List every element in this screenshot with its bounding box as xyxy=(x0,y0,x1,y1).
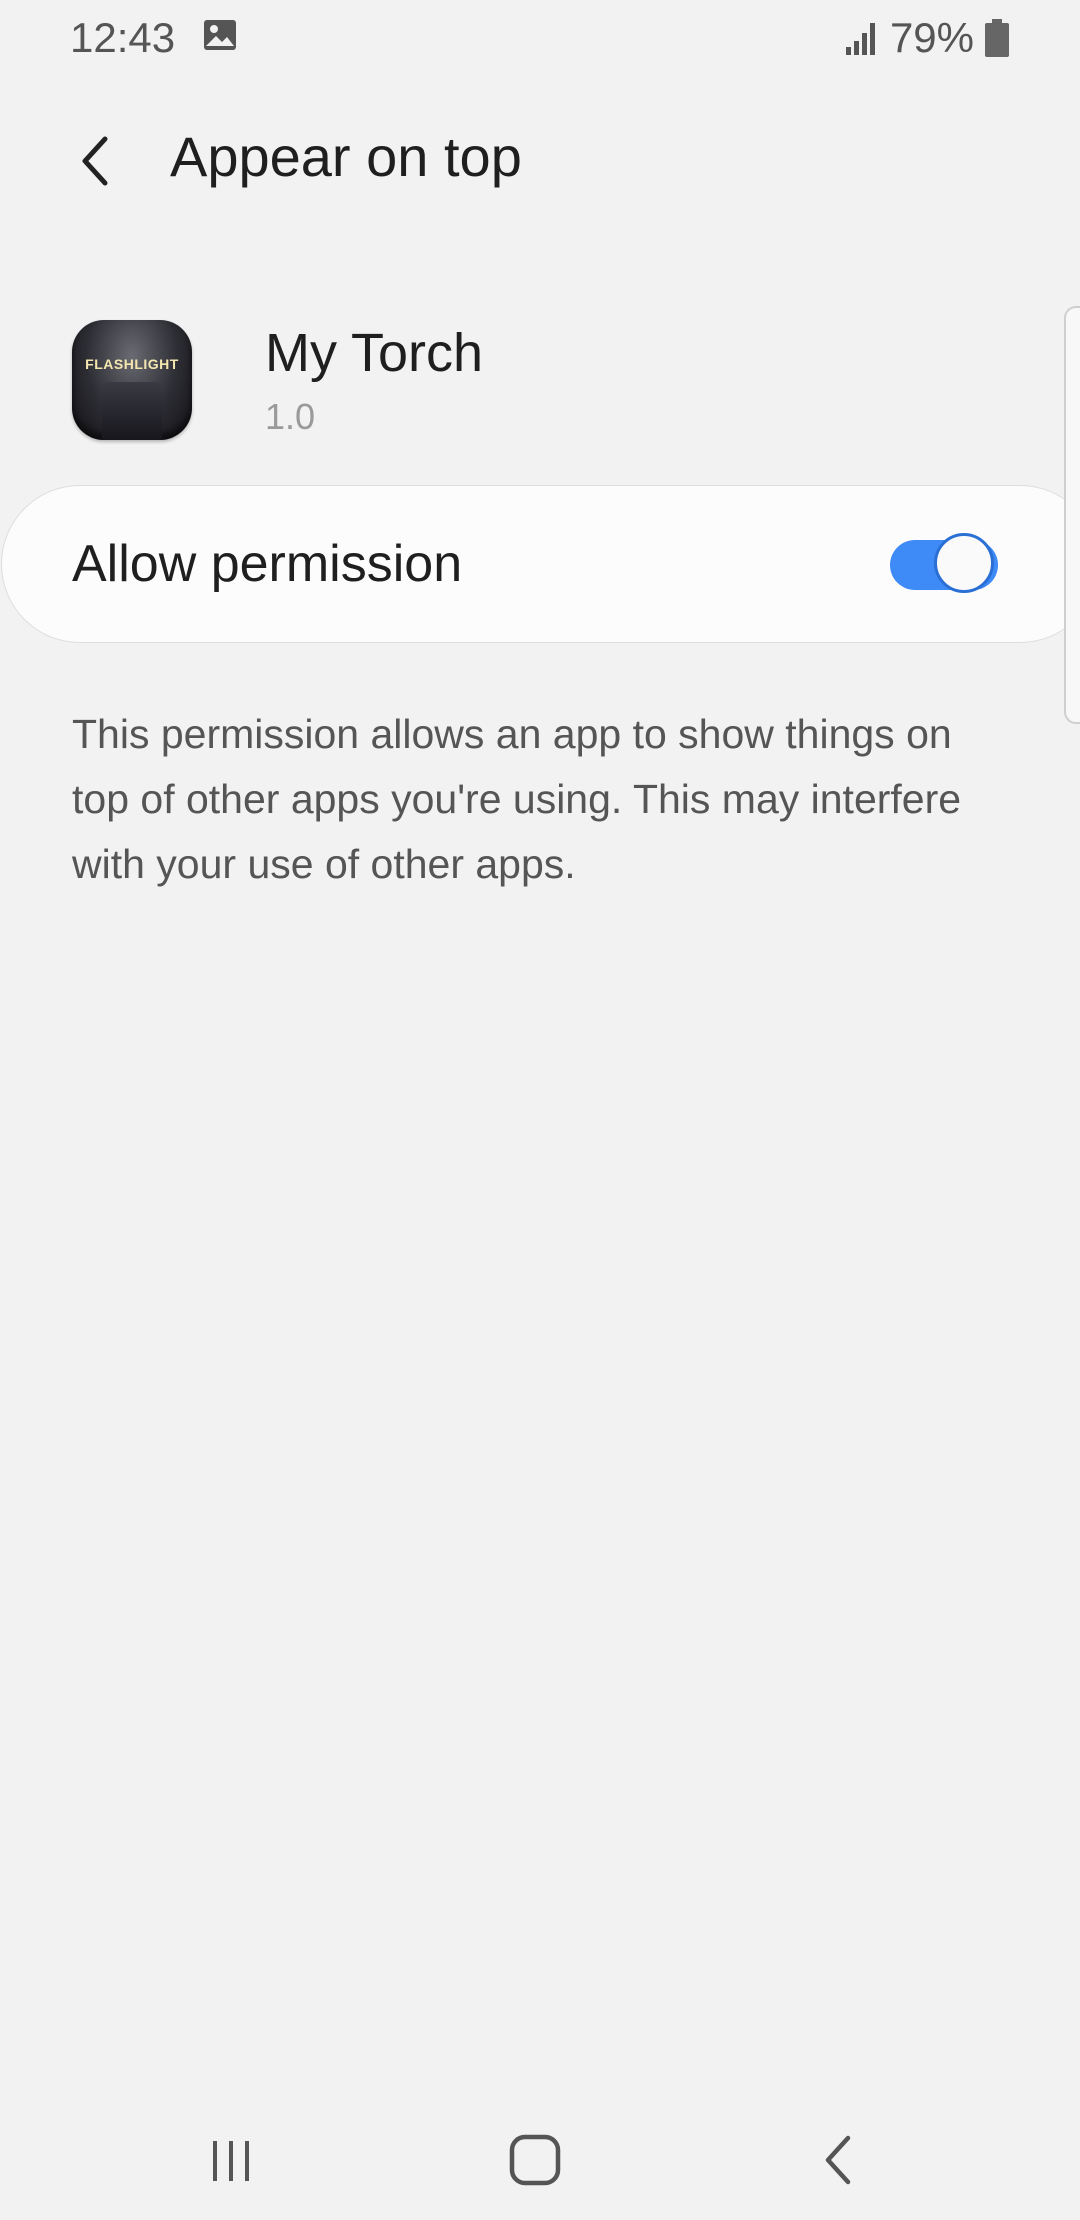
back-button[interactable] xyxy=(60,126,130,196)
recents-button[interactable] xyxy=(182,2110,282,2210)
app-name: My Torch xyxy=(265,323,484,383)
home-icon xyxy=(509,2134,561,2186)
back-icon xyxy=(825,2135,851,2185)
home-button[interactable] xyxy=(485,2110,585,2210)
permission-description: This permission allows an app to show th… xyxy=(72,711,962,887)
chevron-left-icon xyxy=(82,136,108,186)
status-bar: 12:43 79% xyxy=(0,0,1080,72)
status-time: 12:43 xyxy=(70,14,176,61)
page-title: Appear on top xyxy=(170,125,522,188)
status-right-group: 79% xyxy=(844,14,1010,62)
app-icon-label: FLASHLIGHT xyxy=(85,356,179,372)
app-version: 1.0 xyxy=(265,396,316,437)
navigation-bar xyxy=(0,2090,1080,2220)
recents-icon xyxy=(213,2141,249,2181)
flashlight-app-icon: FLASHLIGHT xyxy=(72,320,192,440)
battery-percent: 79% xyxy=(889,14,974,61)
header: Appear on top xyxy=(0,100,1080,220)
image-icon xyxy=(204,20,236,50)
battery-icon xyxy=(985,19,1009,57)
app-icon-stand xyxy=(102,382,162,440)
app-info: FLASHLIGHT My Torch 1.0 xyxy=(72,318,1008,444)
allow-permission-label: Allow permission xyxy=(72,535,463,593)
allow-permission-toggle[interactable] xyxy=(890,532,1000,598)
nav-back-button[interactable] xyxy=(788,2110,888,2210)
allow-permission-row[interactable]: Allow permission xyxy=(2,486,1080,642)
signal-icon xyxy=(845,23,875,55)
edge-panel-handle[interactable] xyxy=(1064,306,1080,724)
toggle-knob xyxy=(934,533,994,593)
